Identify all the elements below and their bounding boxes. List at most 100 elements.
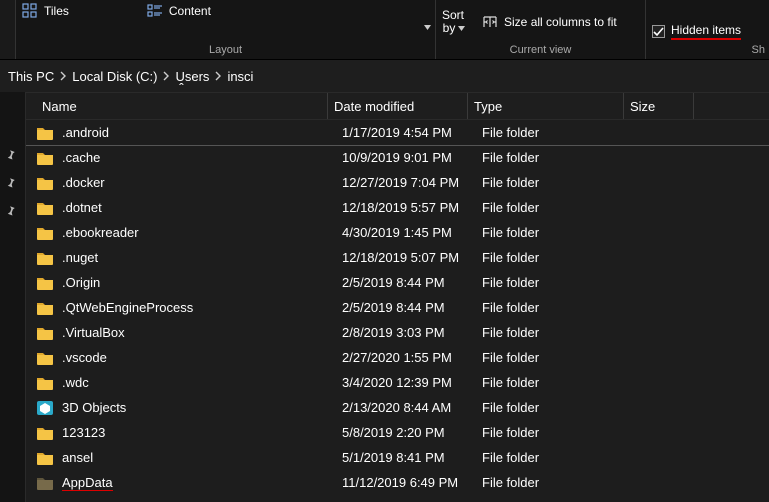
column-date[interactable]: Date modified [328, 93, 468, 119]
file-date: 11/12/2019 6:49 PM [336, 475, 476, 490]
chevron-right-icon[interactable] [213, 71, 223, 81]
file-row[interactable]: .cache10/9/2019 9:01 PMFile folder [26, 145, 769, 170]
3d-objects-icon [36, 400, 54, 416]
file-row[interactable]: 1231235/8/2019 2:20 PMFile folder [26, 420, 769, 445]
file-type: File folder [476, 200, 632, 215]
folder-icon [36, 200, 54, 216]
ribbon-edge [0, 0, 16, 59]
file-list[interactable]: .android1/17/2019 4:54 PMFile folder.cac… [26, 120, 769, 502]
file-type: File folder [476, 450, 632, 465]
file-date: 2/13/2020 8:44 AM [336, 400, 476, 415]
file-name: .VirtualBox [62, 325, 336, 340]
folder-icon [36, 150, 54, 166]
file-name: .vscode [62, 350, 336, 365]
ribbon-group-show-label: Sh [752, 41, 765, 59]
ribbon-group-layout-label: Layout [16, 41, 435, 59]
file-type: File folder [476, 375, 632, 390]
file-row[interactable]: ansel5/1/2019 8:41 PMFile folder [26, 445, 769, 470]
file-row[interactable]: .dotnet12/18/2019 5:57 PMFile folder [26, 195, 769, 220]
file-date: 4/30/2019 1:45 PM [336, 225, 476, 240]
file-type: File folder [476, 225, 632, 240]
file-type: File folder [476, 250, 632, 265]
column-name[interactable]: ˆ Name [36, 93, 328, 119]
file-row[interactable]: .QtWebEngineProcess2/5/2019 8:44 PMFile … [26, 295, 769, 320]
file-row[interactable]: .android1/17/2019 4:54 PMFile folder [26, 120, 769, 145]
file-row[interactable]: 3D Objects2/13/2020 8:44 AMFile folder [26, 395, 769, 420]
sort-asc-icon: ˆ [179, 81, 184, 95]
file-row[interactable]: .ebookreader4/30/2019 1:45 PMFile folder [26, 220, 769, 245]
crumb-3[interactable]: insci [227, 69, 253, 84]
column-type[interactable]: Type [468, 93, 624, 119]
file-date: 5/8/2019 2:20 PM [336, 425, 476, 440]
folder-icon [36, 450, 54, 466]
breadcrumb[interactable]: This PC Local Disk (C:) Users insci [0, 60, 769, 92]
file-date: 3/4/2020 12:39 PM [336, 375, 476, 390]
file-name: AppData [62, 475, 336, 490]
file-type: File folder [476, 275, 632, 290]
file-name: ansel [62, 450, 336, 465]
file-name: 123123 [62, 425, 336, 440]
file-row[interactable]: .vscode2/27/2020 1:55 PMFile folder [26, 345, 769, 370]
column-size[interactable]: Size [624, 93, 694, 119]
sort-by-button[interactable]: Sort by [442, 9, 464, 35]
size-columns-label: Size all columns to fit [504, 15, 617, 29]
tiles-icon [22, 3, 38, 19]
file-type: File folder [476, 325, 632, 340]
file-date: 2/8/2019 3:03 PM [336, 325, 476, 340]
file-row[interactable]: AppData11/12/2019 6:49 PMFile folder [26, 470, 769, 495]
crumb-0[interactable]: This PC [8, 69, 54, 84]
file-name: .wdc [62, 375, 336, 390]
layout-content-label: Content [169, 4, 211, 18]
hidden-items-label: Hidden items [671, 23, 741, 40]
folder-icon [36, 125, 54, 141]
column-name-label: Name [42, 99, 77, 114]
file-date: 2/27/2020 1:55 PM [336, 350, 476, 365]
file-type: File folder [476, 400, 632, 415]
file-type: File folder [476, 125, 632, 140]
size-columns-button[interactable]: Size all columns to fit [482, 14, 617, 30]
file-row[interactable]: .VirtualBox2/8/2019 3:03 PMFile folder [26, 320, 769, 345]
layout-tiles[interactable]: Tiles [22, 3, 69, 19]
file-type: File folder [476, 300, 632, 315]
folder-icon [36, 275, 54, 291]
folder-icon [36, 475, 54, 491]
file-date: 2/5/2019 8:44 PM [336, 300, 476, 315]
file-date: 12/18/2019 5:07 PM [336, 250, 476, 265]
ribbon-group-show: Hidden items Sh [646, 0, 769, 59]
file-name: .nuget [62, 250, 336, 265]
file-type: File folder [476, 350, 632, 365]
file-row[interactable]: .wdc3/4/2020 12:39 PMFile folder [26, 370, 769, 395]
layout-content[interactable]: Content [147, 3, 211, 19]
quick-access-gutter [0, 92, 26, 502]
hidden-items-toggle[interactable]: Hidden items [652, 23, 741, 40]
pin-icon [4, 204, 20, 220]
crumb-1[interactable]: Local Disk (C:) [72, 69, 157, 84]
file-type: File folder [476, 475, 632, 490]
sort-by-l2: by [443, 21, 456, 35]
file-name: .dotnet [62, 200, 336, 215]
file-name: 3D Objects [62, 400, 336, 415]
ribbon-group-current-view: Sort by Size all columns to fit Current … [436, 0, 646, 59]
folder-icon [36, 350, 54, 366]
checkbox-checked-icon [652, 25, 665, 38]
ribbon-group-layout: Tiles Content Layout [16, 0, 436, 59]
column-type-label: Type [474, 99, 502, 114]
layout-expand-icon[interactable] [424, 20, 429, 25]
file-row[interactable]: .docker12/27/2019 7:04 PMFile folder [26, 170, 769, 195]
chevron-right-icon[interactable] [161, 71, 171, 81]
folder-icon [36, 175, 54, 191]
file-date: 1/17/2019 4:54 PM [336, 125, 476, 140]
file-row[interactable]: .Origin2/5/2019 8:44 PMFile folder [26, 270, 769, 295]
file-name: .QtWebEngineProcess [62, 300, 336, 315]
layout-tiles-label: Tiles [44, 4, 69, 18]
folder-icon [36, 250, 54, 266]
file-row[interactable]: .nuget12/18/2019 5:07 PMFile folder [26, 245, 769, 270]
folder-icon [36, 425, 54, 441]
file-type: File folder [476, 150, 632, 165]
file-date: 5/1/2019 8:41 PM [336, 450, 476, 465]
size-columns-icon [482, 14, 498, 30]
file-type: File folder [476, 425, 632, 440]
chevron-down-icon [458, 22, 463, 27]
chevron-right-icon[interactable] [58, 71, 68, 81]
pin-icon [4, 176, 20, 192]
